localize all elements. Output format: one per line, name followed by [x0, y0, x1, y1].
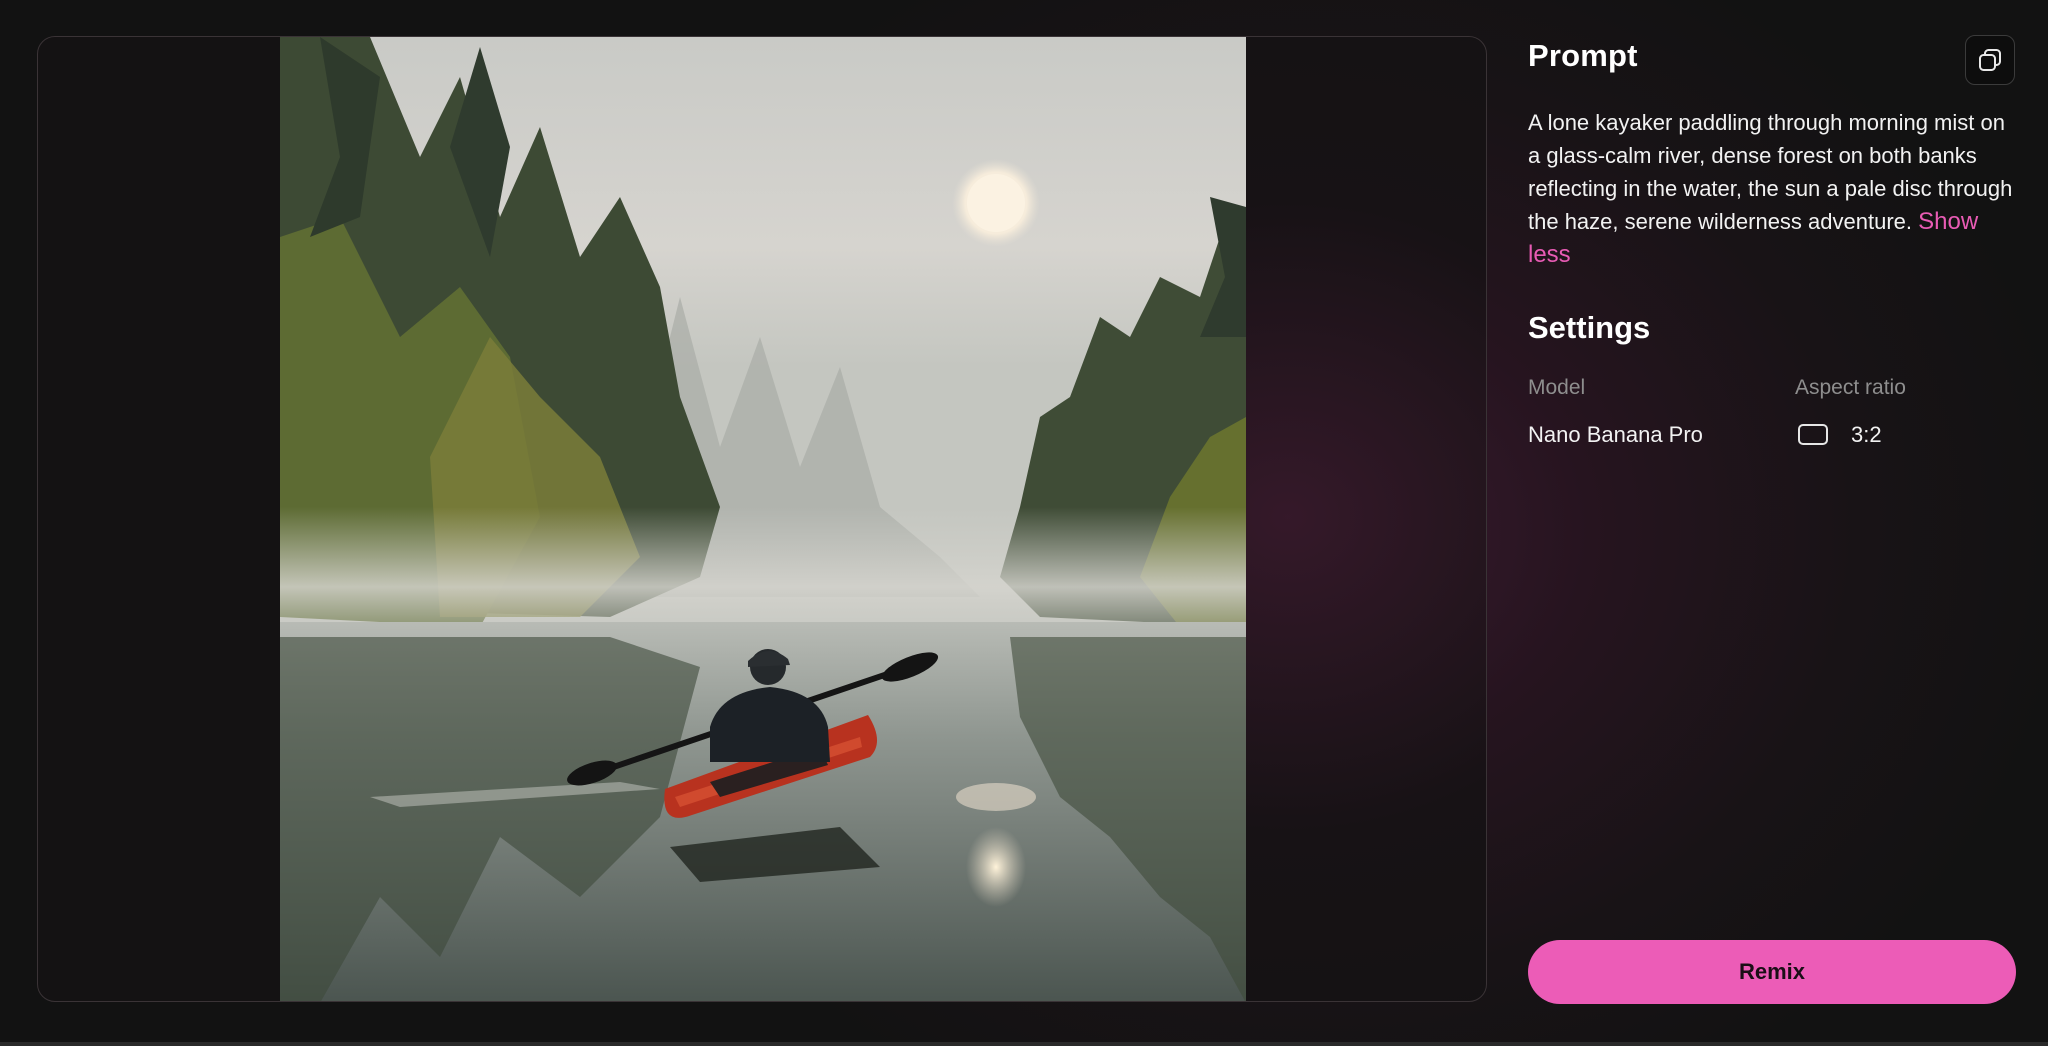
model-value: Nano Banana Pro	[1528, 422, 1703, 447]
details-sidebar: Prompt A lone kayaker paddling through m…	[1528, 0, 2018, 1046]
bottom-edge	[0, 1042, 2048, 1046]
prompt-text-block: A lone kayaker paddling through morning …	[1528, 106, 2018, 271]
copy-icon	[1979, 49, 2001, 71]
aspect-ratio-icon	[1798, 424, 1828, 445]
generated-image[interactable]	[280, 37, 1246, 1001]
copy-prompt-button[interactable]	[1965, 35, 2015, 85]
aspect-ratio-label: Aspect ratio	[1795, 376, 1906, 399]
kayak-river-image	[280, 37, 1246, 1001]
settings-heading: Settings	[1528, 310, 1651, 345]
image-preview-panel	[37, 36, 1487, 1002]
remix-button[interactable]: Remix	[1528, 940, 2016, 1004]
image-detail-view: Prompt A lone kayaker paddling through m…	[0, 0, 2048, 1046]
prompt-heading: Prompt	[1528, 38, 1638, 73]
aspect-ratio-value: 3:2	[1851, 422, 1882, 447]
model-label: Model	[1528, 376, 1586, 399]
